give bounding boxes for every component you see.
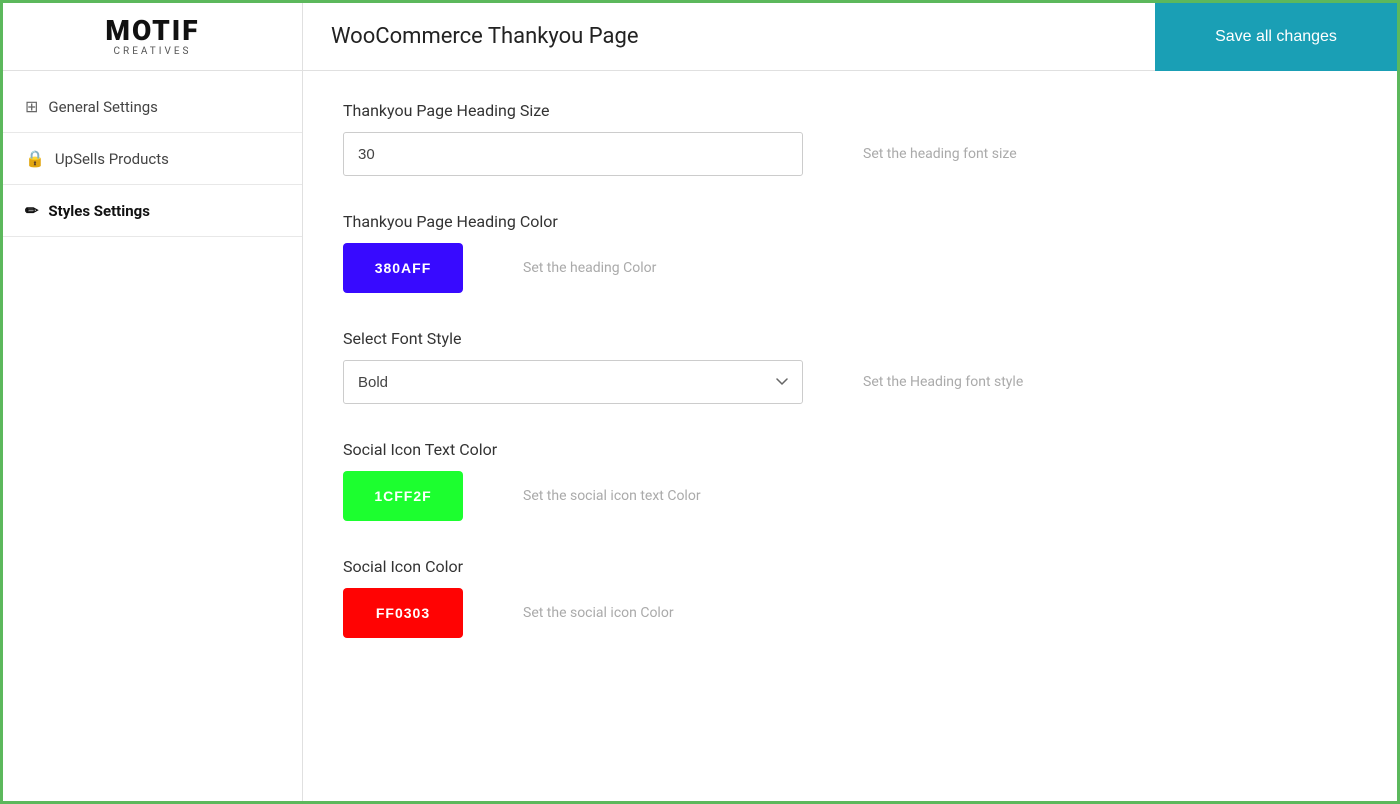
social-icon-text-color-value: 1CFF2F bbox=[374, 488, 431, 504]
field-row-social-icon-text-color: 1CFF2F Set the social icon text Color bbox=[343, 471, 1357, 521]
field-group-font-style: Select Font Style Normal Bold Italic Bol… bbox=[343, 329, 1357, 404]
field-label-social-icon-text-color: Social Icon Text Color bbox=[343, 440, 1357, 459]
field-hint-social-icon-color: Set the social icon Color bbox=[523, 605, 674, 621]
sidebar-item-label: General Settings bbox=[48, 98, 158, 116]
field-group-heading-size: Thankyou Page Heading Size Set the headi… bbox=[343, 101, 1357, 176]
field-hint-heading-size: Set the heading font size bbox=[863, 146, 1017, 162]
font-style-select[interactable]: Normal Bold Italic Bold Italic bbox=[343, 360, 803, 404]
field-label-heading-size: Thankyou Page Heading Size bbox=[343, 101, 1357, 120]
heading-size-input[interactable] bbox=[343, 132, 803, 176]
sidebar: ⊞ General Settings 🔒 UpSells Products ✏ … bbox=[3, 71, 303, 801]
field-row-heading-size: Set the heading font size bbox=[343, 132, 1357, 176]
field-group-social-icon-text-color: Social Icon Text Color 1CFF2F Set the so… bbox=[343, 440, 1357, 521]
social-icon-text-color-picker[interactable]: 1CFF2F bbox=[343, 471, 463, 521]
save-button[interactable]: Save all changes bbox=[1155, 3, 1397, 71]
header: MOTIF CREATIVES WooCommerce Thankyou Pag… bbox=[3, 3, 1397, 71]
logo-area: MOTIF CREATIVES bbox=[3, 3, 303, 70]
logo-main: MOTIF bbox=[105, 16, 199, 47]
body-layout: ⊞ General Settings 🔒 UpSells Products ✏ … bbox=[3, 71, 1397, 801]
field-row-social-icon-color: FF0303 Set the social icon Color bbox=[343, 588, 1357, 638]
logo: MOTIF CREATIVES bbox=[105, 16, 199, 58]
styles-icon: ✏ bbox=[25, 201, 38, 220]
field-label-heading-color: Thankyou Page Heading Color bbox=[343, 212, 1357, 231]
field-hint-font-style: Set the Heading font style bbox=[863, 374, 1023, 390]
field-label-social-icon-color: Social Icon Color bbox=[343, 557, 1357, 576]
field-row-font-style: Normal Bold Italic Bold Italic Set the H… bbox=[343, 360, 1357, 404]
sidebar-item-label: UpSells Products bbox=[55, 150, 169, 168]
sidebar-item-general-settings[interactable]: ⊞ General Settings bbox=[3, 81, 302, 133]
social-icon-color-value: FF0303 bbox=[376, 605, 430, 621]
field-row-heading-color: 380AFF Set the heading Color bbox=[343, 243, 1357, 293]
field-hint-heading-color: Set the heading Color bbox=[523, 260, 656, 276]
sidebar-item-styles-settings[interactable]: ✏ Styles Settings bbox=[3, 185, 302, 237]
heading-color-value: 380AFF bbox=[375, 260, 432, 276]
page-title: WooCommerce Thankyou Page bbox=[303, 24, 1155, 49]
sidebar-item-label: Styles Settings bbox=[48, 202, 150, 220]
field-label-font-style: Select Font Style bbox=[343, 329, 1357, 348]
social-icon-color-picker[interactable]: FF0303 bbox=[343, 588, 463, 638]
sidebar-item-upsells-products[interactable]: 🔒 UpSells Products bbox=[3, 133, 302, 185]
main-content: Thankyou Page Heading Size Set the headi… bbox=[303, 71, 1397, 801]
upsells-icon: 🔒 bbox=[25, 149, 45, 168]
field-group-social-icon-color: Social Icon Color FF0303 Set the social … bbox=[343, 557, 1357, 638]
field-group-heading-color: Thankyou Page Heading Color 380AFF Set t… bbox=[343, 212, 1357, 293]
settings-icon: ⊞ bbox=[25, 97, 38, 116]
heading-color-picker[interactable]: 380AFF bbox=[343, 243, 463, 293]
logo-sub: CREATIVES bbox=[105, 46, 199, 57]
field-hint-social-icon-text-color: Set the social icon text Color bbox=[523, 488, 701, 504]
